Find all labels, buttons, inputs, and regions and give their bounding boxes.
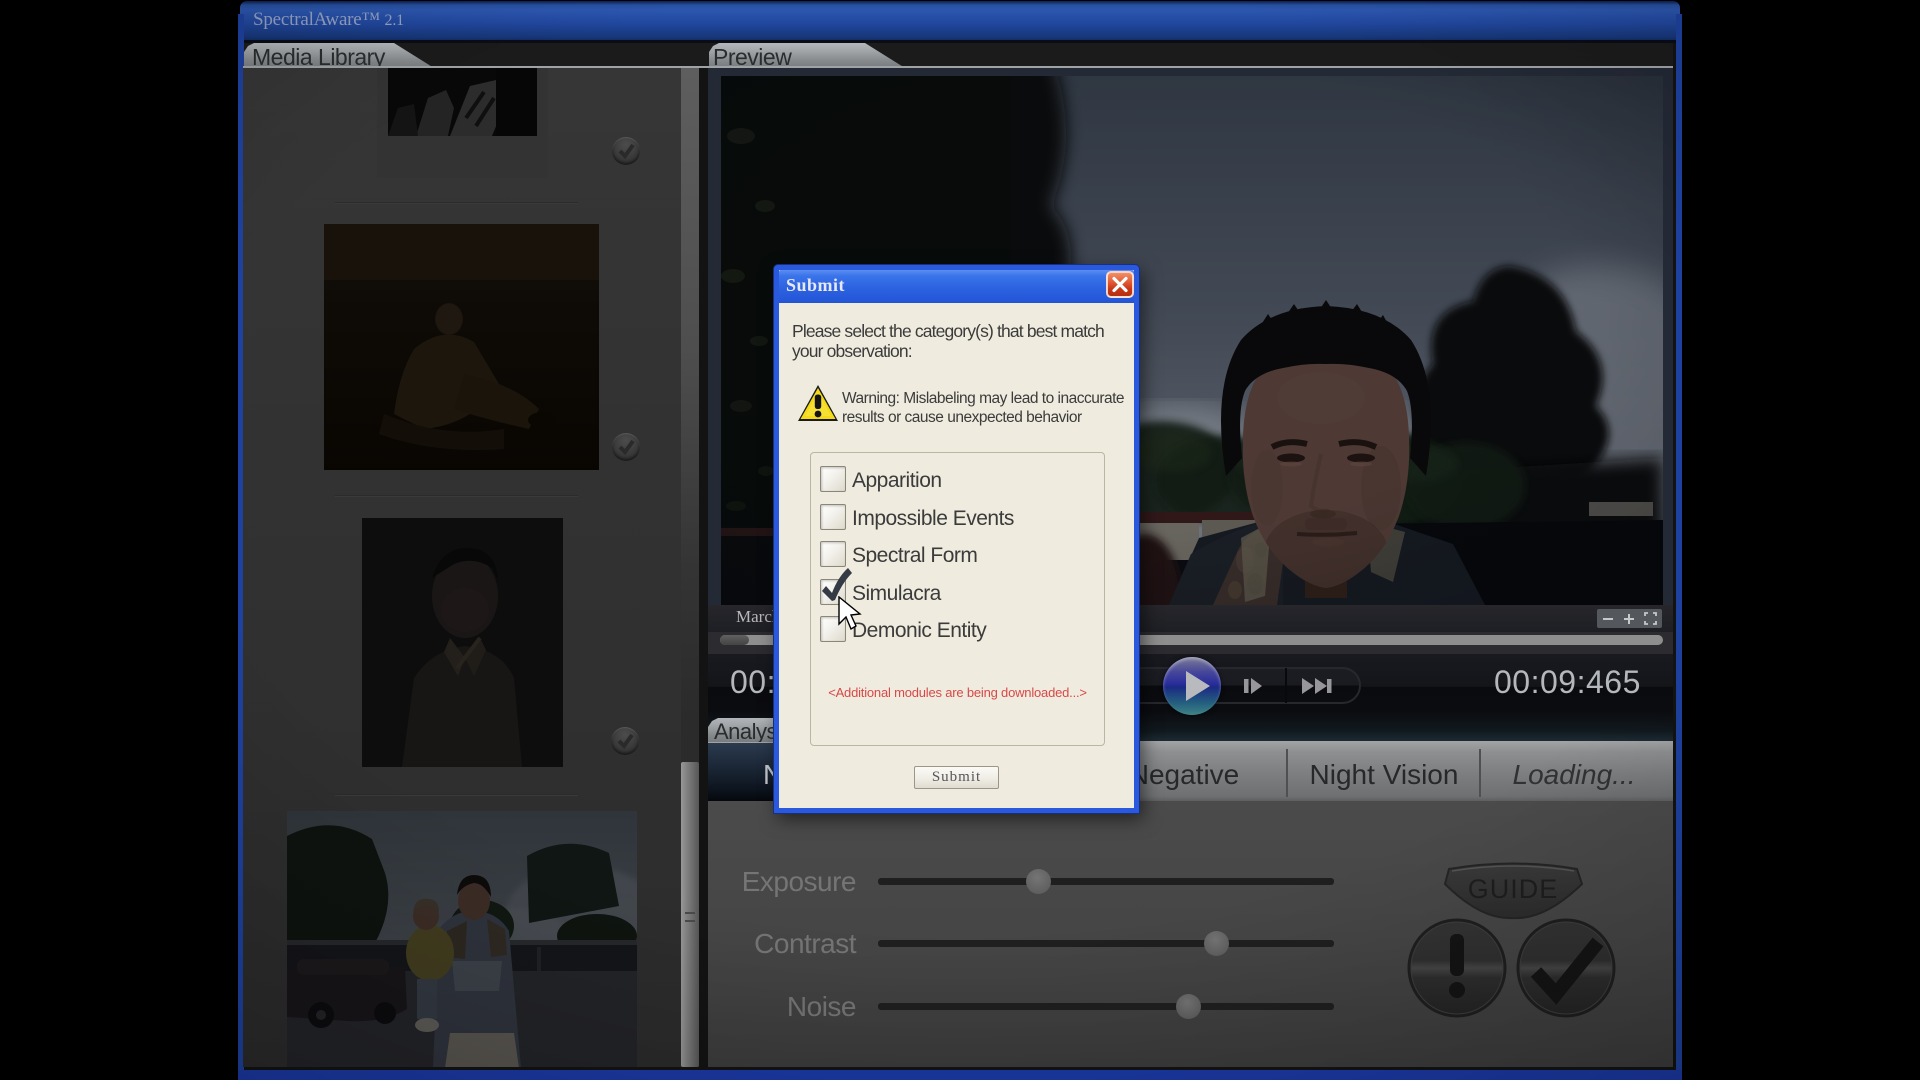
svg-text:GUIDE: GUIDE: [1468, 874, 1559, 904]
